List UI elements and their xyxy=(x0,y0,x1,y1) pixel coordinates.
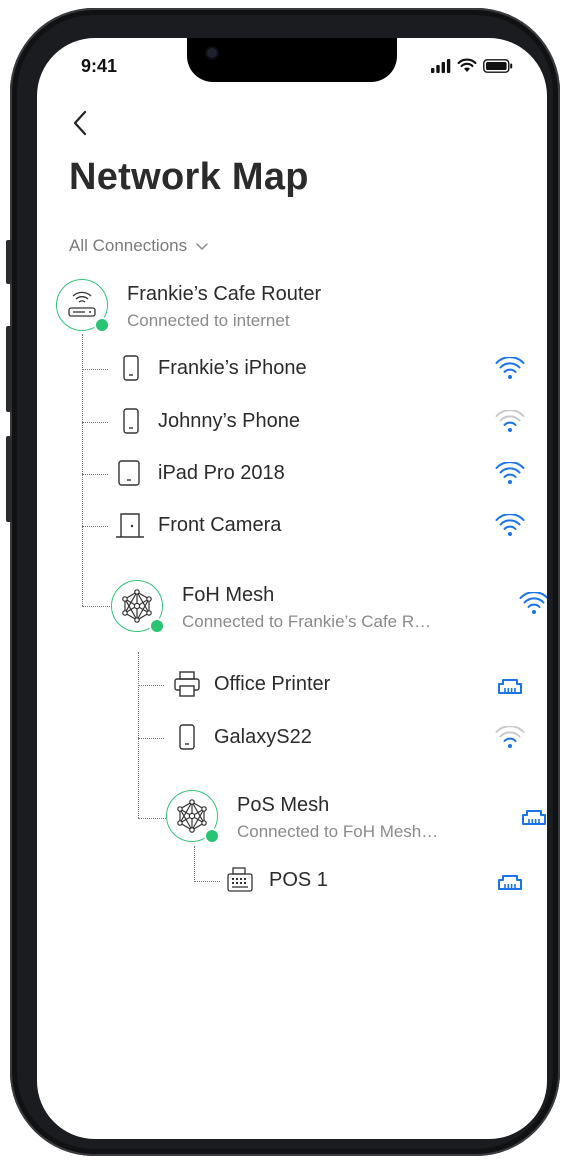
tree-connector xyxy=(138,685,164,686)
device-name: GalaxyS22 xyxy=(214,726,312,748)
foh-mesh-node[interactable]: FoH Mesh Connected to Frankie’s Cafe R… xyxy=(111,580,547,640)
router-name: Frankie’s Cafe Router xyxy=(127,283,322,305)
connection-filter-dropdown[interactable]: All Connections xyxy=(69,236,209,256)
device-name: Frankie’s iPhone xyxy=(158,357,307,379)
tree-connector xyxy=(82,606,110,607)
device-name: Front Camera xyxy=(158,514,282,536)
tree-connector xyxy=(138,738,164,739)
mesh-status: Connected to Frankie’s Cafe R… xyxy=(182,612,432,631)
wifi-weak-icon xyxy=(495,410,525,432)
pos-mesh-node[interactable]: PoS Mesh Connected to FoH Mesh… xyxy=(166,790,546,850)
door-camera-icon xyxy=(116,513,144,538)
tree-connector xyxy=(194,881,220,882)
mute-switch xyxy=(6,240,12,284)
phone-icon xyxy=(179,724,195,750)
wifi-strong-icon xyxy=(495,357,525,379)
battery-icon xyxy=(483,58,513,73)
screen: 9:41 Network Map All Connections Frankie… xyxy=(37,38,547,1139)
volume-up-button xyxy=(6,326,12,412)
notch xyxy=(187,38,397,82)
device-row[interactable]: Office Printer xyxy=(171,669,545,703)
status-time: 9:41 xyxy=(81,56,118,76)
device-row[interactable]: POS 1 xyxy=(226,865,545,899)
mesh-status: Connected to FoH Mesh… xyxy=(237,822,439,841)
device-name: iPad Pro 2018 xyxy=(158,462,285,484)
tablet-icon xyxy=(118,460,140,486)
filter-label: All Connections xyxy=(69,236,188,255)
device-row[interactable]: Johnny’s Phone xyxy=(115,406,545,440)
ethernet-icon xyxy=(522,810,546,825)
mesh-name: PoS Mesh xyxy=(237,794,330,816)
tree-connector xyxy=(82,422,108,423)
device-name: Johnny’s Phone xyxy=(158,410,300,432)
front-camera-lens xyxy=(207,48,217,58)
router-node[interactable]: Frankie’s Cafe Router Connected to inter… xyxy=(56,279,547,339)
online-indicator xyxy=(204,828,220,844)
tree-connector xyxy=(82,474,108,475)
cash-register-icon xyxy=(227,867,253,892)
tree-connector xyxy=(138,652,139,818)
device-name: Office Printer xyxy=(214,673,331,695)
tree-connector xyxy=(194,846,195,882)
wifi-strong-icon xyxy=(495,462,525,484)
ethernet-icon xyxy=(498,679,522,694)
wifi-status-icon xyxy=(457,58,477,72)
device-row[interactable]: Front Camera xyxy=(115,510,545,544)
chevron-down-icon xyxy=(196,243,208,250)
wifi-weak-icon xyxy=(495,726,525,748)
printer-icon xyxy=(174,671,200,697)
wifi-strong-icon xyxy=(495,514,525,536)
tree-connector xyxy=(82,369,108,370)
device-row[interactable]: iPad Pro 2018 xyxy=(115,458,545,492)
tree-connector xyxy=(82,334,83,606)
ethernet-icon xyxy=(498,875,522,890)
tree-connector xyxy=(82,526,108,527)
online-indicator xyxy=(94,317,110,333)
phone-icon xyxy=(123,355,139,381)
device-row[interactable]: Frankie’s iPhone xyxy=(115,353,545,387)
mesh-node-icon xyxy=(177,799,207,833)
mesh-name: FoH Mesh xyxy=(182,584,275,606)
back-button[interactable] xyxy=(69,108,93,138)
cellular-signal-icon xyxy=(431,58,451,73)
device-row[interactable]: GalaxyS22 xyxy=(171,722,545,756)
volume-down-button xyxy=(6,436,12,522)
router-icon xyxy=(68,291,96,317)
mesh-node-icon xyxy=(122,589,152,623)
status-icons xyxy=(431,58,513,73)
online-indicator xyxy=(149,618,165,634)
device-name: POS 1 xyxy=(269,869,328,891)
page-title: Network Map xyxy=(69,156,309,198)
router-status: Connected to internet xyxy=(127,311,290,330)
phone-icon xyxy=(123,408,139,434)
wifi-strong-icon xyxy=(519,592,547,614)
tree-connector xyxy=(138,818,166,819)
